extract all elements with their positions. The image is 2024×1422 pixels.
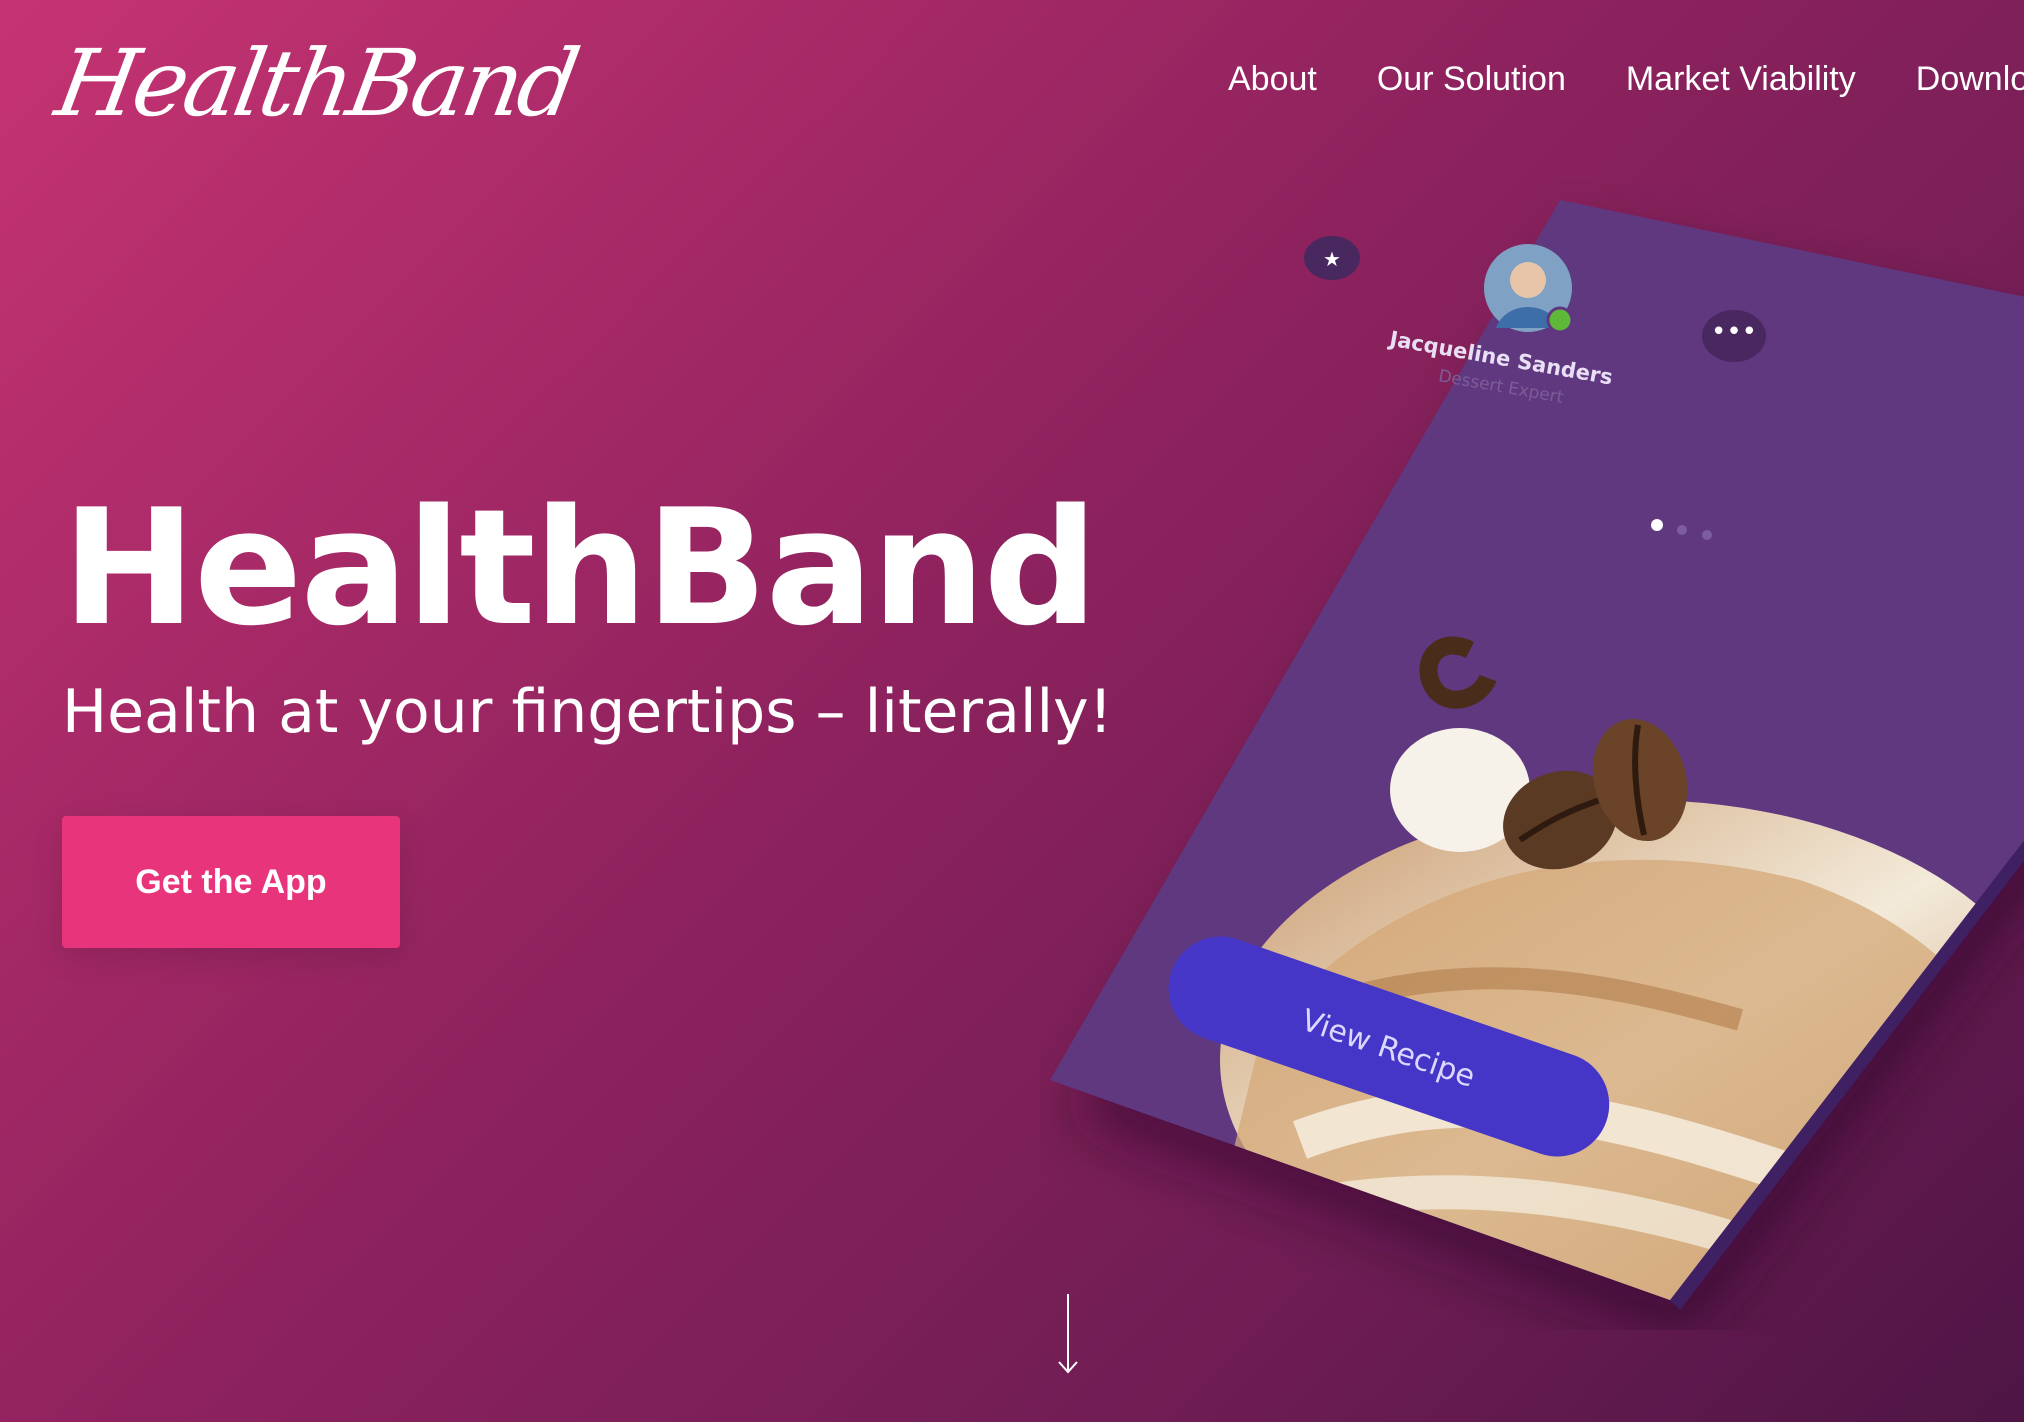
get-the-app-button[interactable]: Get the App — [62, 816, 400, 948]
pager-dot[interactable] — [1702, 530, 1712, 540]
main-nav: About Our Solution Market Viability Down… — [1228, 60, 2024, 99]
nav-item-about[interactable]: About — [1228, 60, 1317, 99]
phone-mockup: ★ ••• Jacqueline Sanders Dessert Expert … — [1040, 180, 2024, 1330]
hero-title: HealthBand — [62, 474, 1098, 661]
online-status-dot — [1546, 306, 1574, 334]
brand-logo[interactable]: HealthBand — [49, 30, 584, 137]
star-icon: ★ — [1323, 247, 1341, 271]
nav-item-market-viability[interactable]: Market Viability — [1626, 60, 1856, 99]
nav-item-our-solution[interactable]: Our Solution — [1377, 60, 1566, 99]
more-options-button[interactable]: ••• — [1702, 310, 1766, 362]
nav-item-download[interactable]: Download — [1916, 60, 2024, 99]
favorite-button[interactable]: ★ — [1304, 236, 1360, 280]
pager-dot-active[interactable] — [1651, 519, 1663, 531]
avatar[interactable] — [1484, 244, 1574, 334]
phone-illustration: ★ ••• Jacqueline Sanders Dessert Expert … — [1050, 200, 2024, 1310]
pager-dot[interactable] — [1677, 525, 1687, 535]
arrow-down-icon[interactable] — [1057, 1294, 1079, 1376]
hero-subtitle: Health at your fingertips – literally! — [62, 677, 1113, 747]
more-dots-icon: ••• — [1711, 317, 1757, 347]
